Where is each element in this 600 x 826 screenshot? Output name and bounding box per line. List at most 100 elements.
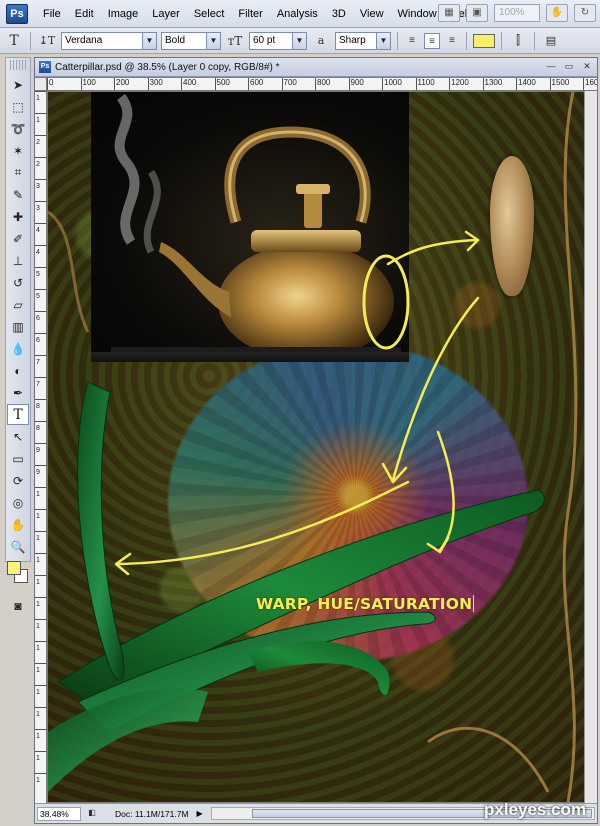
- font-family-select[interactable]: Verdana ▼: [61, 31, 157, 50]
- pen-tool-icon[interactable]: ✒: [7, 382, 29, 403]
- ruler-tick-label: 800: [317, 78, 331, 87]
- eyedropper-tool-icon[interactable]: ✎: [7, 184, 29, 205]
- ruler-tick: [35, 113, 46, 114]
- menu-view[interactable]: View: [353, 4, 391, 24]
- healing-brush-tool-icon[interactable]: ✚: [7, 206, 29, 227]
- path-selection-tool-icon[interactable]: ↖: [7, 426, 29, 447]
- bridge-icon[interactable]: ▦: [438, 4, 460, 22]
- rotate-view-icon[interactable]: ↻: [574, 4, 596, 22]
- annotation-text[interactable]: WARP, HUE/SATURATION: [256, 595, 475, 613]
- menu-filter[interactable]: Filter: [231, 4, 269, 24]
- blur-tool-icon[interactable]: 💧: [7, 338, 29, 359]
- menubar-right-controls: ▦ ▣ 100% ✋ ↻: [438, 4, 596, 22]
- close-icon[interactable]: ✕: [579, 60, 595, 74]
- ruler-tick: [35, 465, 46, 466]
- ruler-tick: [35, 201, 46, 202]
- ruler-tick: [35, 223, 46, 224]
- hand-tool-icon[interactable]: ✋: [7, 514, 29, 535]
- zoom-status-field[interactable]: 38.48%: [37, 806, 81, 821]
- align-left-icon[interactable]: ≡: [404, 33, 420, 49]
- font-size-select[interactable]: 60 pt ▼: [249, 31, 307, 50]
- document-title: Catterpillar.psd @ 38.5% (Layer 0 copy, …: [55, 61, 280, 73]
- brush-tool-icon[interactable]: ✐: [7, 228, 29, 249]
- hand-icon[interactable]: ✋: [546, 4, 568, 22]
- document-icon: Ps: [39, 61, 51, 73]
- ruler-tick-label: 500: [216, 78, 230, 87]
- menu-image[interactable]: Image: [101, 4, 146, 24]
- ruler-tick: [281, 78, 283, 90]
- ruler-tick: [35, 729, 46, 730]
- window-controls: — ▭ ✕: [543, 60, 595, 74]
- ruler-tick: [35, 421, 46, 422]
- ruler-tick: [516, 78, 517, 90]
- vertical-ruler[interactable]: 1 1 2 2 3 3 4 4 5 5 6 6 7 7 8 8 9 9 1 1 1 1 1 1 1 1 1 1 1 1 1 1: [35, 91, 47, 803]
- menu-select[interactable]: Select: [187, 4, 232, 24]
- shape-tool-icon[interactable]: ▭: [7, 448, 29, 469]
- ruler-tick: [35, 311, 46, 312]
- ruler-tick-label: 1600: [585, 78, 597, 87]
- ruler-tick: [35, 619, 46, 620]
- history-brush-tool-icon[interactable]: ↺: [7, 272, 29, 293]
- toolbox-grip[interactable]: [10, 60, 26, 70]
- magic-wand-tool-icon[interactable]: ✶: [7, 140, 29, 161]
- ruler-origin[interactable]: [35, 78, 47, 91]
- status-info-icon[interactable]: ◧: [85, 808, 99, 820]
- menu-edit[interactable]: Edit: [68, 4, 101, 24]
- warp-text-icon[interactable]: ⫿: [508, 31, 528, 51]
- text-color-swatch[interactable]: [473, 33, 495, 48]
- align-center-icon[interactable]: ≡: [424, 32, 440, 49]
- type-tool-preset-icon[interactable]: T: [4, 31, 24, 51]
- ruler-tick: [35, 245, 46, 246]
- foreground-color-swatch[interactable]: [7, 561, 21, 575]
- overlay-graphics: [48, 92, 578, 802]
- zoom-tool-icon[interactable]: 🔍: [7, 536, 29, 557]
- clone-stamp-tool-icon[interactable]: ⊥: [7, 250, 29, 271]
- ruler-tick: [35, 575, 46, 576]
- ruler-tick-label: 1: [36, 117, 40, 124]
- eraser-tool-icon[interactable]: ▱: [7, 294, 29, 315]
- ruler-tick: [35, 597, 46, 598]
- ruler-tick: [47, 78, 48, 90]
- character-panel-icon[interactable]: ▤: [541, 31, 561, 51]
- lasso-tool-icon[interactable]: ➰: [7, 118, 29, 139]
- vertical-scrollbar[interactable]: [584, 91, 597, 803]
- ruler-tick-label: 9: [36, 469, 40, 476]
- ruler-tick: [248, 78, 249, 90]
- toolbox: ➤ ⬚ ➰ ✶ ⌗ ✎ ✚ ✐ ⊥ ↺ ▱ ▥ 💧 ◐ ✒ T ↖ ▭ ⟳ ◎ …: [5, 57, 31, 613]
- canvas[interactable]: WARP, HUE/SATURATION: [48, 92, 584, 802]
- ruler-tick: [214, 78, 216, 90]
- ruler-tick-label: 200: [116, 78, 130, 87]
- ruler-tick-label: 1300: [484, 78, 503, 87]
- marquee-tool-icon[interactable]: ⬚: [7, 96, 29, 117]
- antialias-select[interactable]: Sharp ▼: [335, 31, 391, 50]
- separator: [466, 31, 467, 50]
- menu-3d[interactable]: 3D: [325, 4, 353, 24]
- minimize-icon[interactable]: —: [543, 60, 559, 74]
- move-tool-icon[interactable]: ➤: [7, 74, 29, 95]
- zoom-level-field[interactable]: 100%: [494, 4, 540, 22]
- menu-file[interactable]: File: [36, 4, 68, 24]
- horizontal-ruler[interactable]: 0 100 200 300 400 500 600 700 800 900 1000 1100 1200…: [47, 78, 597, 91]
- align-right-icon[interactable]: ≡: [444, 33, 460, 49]
- gradient-tool-icon[interactable]: ▥: [7, 316, 29, 337]
- menu-window[interactable]: Window: [391, 4, 444, 24]
- dodge-tool-icon[interactable]: ◐: [7, 360, 29, 381]
- screen-mode-icon[interactable]: ▣: [466, 4, 488, 22]
- font-style-select[interactable]: Bold ▼: [161, 31, 221, 50]
- menu-layer[interactable]: Layer: [145, 4, 187, 24]
- document-titlebar[interactable]: Ps Catterpillar.psd @ 38.5% (Layer 0 cop…: [35, 58, 597, 77]
- toggle-orientation-icon[interactable]: ↨T: [37, 31, 57, 51]
- 3d-rotate-tool-icon[interactable]: ⟳: [7, 470, 29, 491]
- maximize-icon[interactable]: ▭: [561, 60, 577, 74]
- ruler-tick-label: 1200: [451, 78, 469, 87]
- separator: [534, 31, 535, 50]
- type-tool-icon[interactable]: T: [7, 404, 29, 425]
- ruler-tick-label: 100: [82, 78, 96, 87]
- ruler-tick: [35, 509, 46, 510]
- menu-analysis[interactable]: Analysis: [270, 4, 325, 24]
- 3d-orbit-tool-icon[interactable]: ◎: [7, 492, 29, 513]
- color-swatches[interactable]: [7, 561, 29, 589]
- quick-mask-icon[interactable]: ◙: [7, 595, 29, 616]
- crop-tool-icon[interactable]: ⌗: [7, 162, 29, 183]
- status-menu-arrow-icon[interactable]: ▶: [197, 809, 203, 818]
